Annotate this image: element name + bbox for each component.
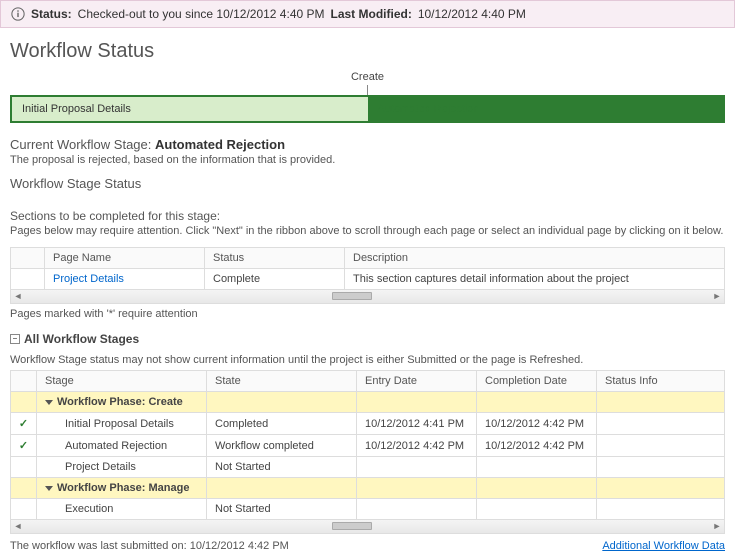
col-description[interactable]: Description — [345, 248, 725, 269]
stage-status-title: Workflow Stage Status — [10, 176, 725, 191]
col2-completion[interactable]: Completion Date — [477, 371, 597, 392]
check-icon: ✓ — [11, 413, 37, 435]
sections-sub: Pages below may require attention. Click… — [0, 225, 735, 237]
stage-row[interactable]: ✓Initial Proposal DetailsCompleted10/12/… — [11, 413, 725, 435]
phase-segment-rejection[interactable]: Automated Rejection — [368, 97, 724, 121]
current-stage-section: Current Workflow Stage: Automated Reject… — [0, 137, 735, 166]
current-stage-desc: The proposal is rejected, based on the i… — [10, 154, 725, 166]
page-link-project-details[interactable]: Project Details — [45, 269, 205, 290]
page-status: Complete — [205, 269, 345, 290]
horizontal-scrollbar[interactable]: ◄► — [10, 520, 725, 534]
col2-entry[interactable]: Entry Date — [357, 371, 477, 392]
col-status[interactable]: Status — [205, 248, 345, 269]
scroll-left-icon[interactable]: ◄ — [11, 520, 25, 532]
col-page-name[interactable]: Page Name — [45, 248, 205, 269]
sections-header: Sections to be completed for this stage: — [0, 209, 735, 223]
stage-row[interactable]: ✓Automated RejectionWorkflow completed10… — [11, 435, 725, 457]
phase-progress-bar: Initial Proposal Details Automated Rejec… — [10, 95, 725, 123]
status-text: Checked-out to you since 10/12/2012 4:40… — [78, 7, 325, 21]
current-stage-prefix: Current Workflow Stage: — [10, 137, 151, 152]
phase-segment-initial[interactable]: Initial Proposal Details — [12, 97, 368, 121]
stages-table: Stage State Entry Date Completion Date S… — [10, 370, 725, 520]
stage-row[interactable]: ExecutionNot Started — [11, 499, 725, 520]
last-modified-text: 10/12/2012 4:40 PM — [418, 7, 526, 21]
scroll-left-icon[interactable]: ◄ — [11, 290, 25, 302]
col-blank — [11, 248, 45, 269]
phase-row-manage[interactable]: Workflow Phase: Manage — [11, 478, 725, 499]
last-modified-label: Last Modified: — [331, 7, 412, 21]
phase-tick — [367, 85, 368, 95]
scroll-thumb[interactable] — [332, 522, 372, 530]
collapse-icon[interactable]: – — [10, 334, 20, 344]
scroll-thumb[interactable] — [332, 292, 372, 300]
current-stage-name: Automated Rejection — [155, 137, 285, 152]
phase-row-create[interactable]: Workflow Phase: Create — [11, 392, 725, 413]
check-icon: ✓ — [11, 435, 37, 457]
col2-info[interactable]: Status Info — [597, 371, 725, 392]
phase-create-label: Create — [10, 71, 725, 83]
page-title: Workflow Status — [10, 40, 725, 63]
stage-row[interactable]: Project DetailsNot Started — [11, 457, 725, 478]
caret-down-icon — [45, 486, 53, 491]
status-label: Status: — [31, 7, 72, 21]
info-icon — [11, 7, 25, 21]
horizontal-scrollbar[interactable]: ◄► — [10, 290, 725, 304]
status-bar: Status: Checked-out to you since 10/12/2… — [0, 0, 735, 28]
all-stages-title: All Workflow Stages — [24, 332, 139, 346]
scroll-right-icon[interactable]: ► — [710, 290, 724, 302]
all-stages-header[interactable]: – All Workflow Stages — [0, 324, 735, 350]
table-row[interactable]: Project Details Complete This section ca… — [11, 269, 725, 290]
scroll-right-icon[interactable]: ► — [710, 520, 724, 532]
caret-down-icon — [45, 400, 53, 405]
col2-state[interactable]: State — [207, 371, 357, 392]
page-desc: This section captures detail information… — [345, 269, 725, 290]
sections-table: Page Name Status Description Project Det… — [10, 247, 725, 290]
all-stages-note: Workflow Stage status may not show curre… — [0, 350, 735, 370]
attention-note: Pages marked with '*' require attention — [0, 304, 735, 324]
col2-stage[interactable]: Stage — [37, 371, 207, 392]
col2-blank — [11, 371, 37, 392]
